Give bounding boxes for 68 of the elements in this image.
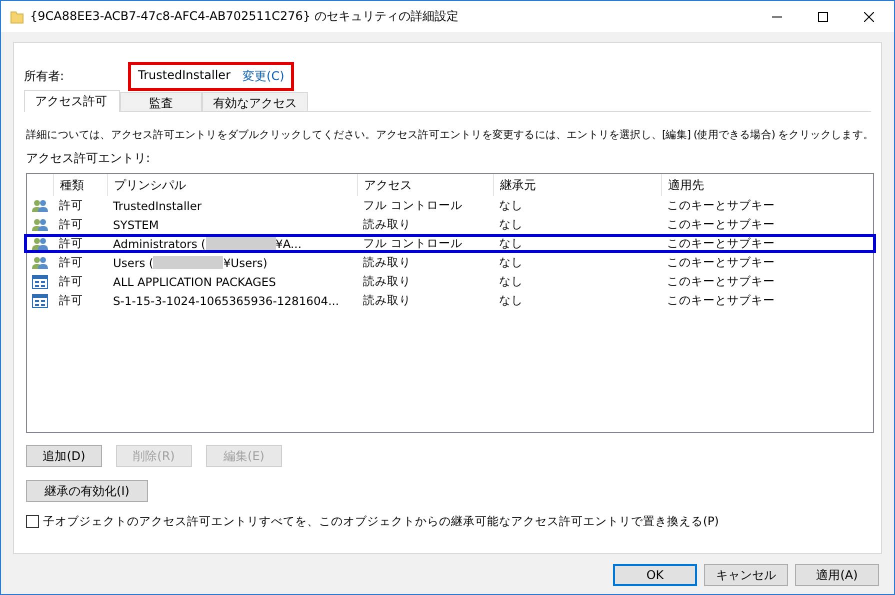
table-cell-text: 許可 [58,293,84,308]
table-cell: ¥A... [276,236,302,250]
users-icon [32,218,48,232]
table-cell-text: このキーとサブキー [666,293,776,308]
owner-label: 所有者: [24,68,66,84]
enable-inheritance-button[interactable]: 継承の有効化(I) [26,480,148,502]
users-icon [32,256,48,270]
checkbox-label: 子オブジェクトのアクセス許可エントリすべてを、このオブジェクトからの継承可能なアクセス許可エントリで置き換える(P) [43,514,719,529]
users-icon [32,236,48,250]
entries-label: アクセス許可エントリ: [26,150,152,167]
checkbox[interactable] [26,515,39,528]
table-cell-text: 許可 [58,198,84,213]
table-cell-text: なし [498,217,524,232]
table-row[interactable]: 許可 Users ( ¥Users) 読み取り なし このキーとサブキー [24,253,876,272]
table-cell: ¥Users) [223,256,268,270]
window-title: {9CA88EE3-ACB7-47c8-AFC4-AB702511C276} のセキュリティの詳細設定 [30,8,458,25]
table-cell-text: フル コントロール [362,198,464,213]
table-cell-text: 読み取り [362,293,412,308]
entry-button[interactable]: 追加(D) [26,445,102,467]
table-cell: ALL APPLICATION PACKAGES [113,274,276,288]
window-grid-icon [32,294,48,308]
column-header[interactable]: プリンシパル [107,174,357,196]
folder-icon [10,10,24,24]
close-icon[interactable] [864,12,874,22]
table-cell-text: なし [498,198,524,213]
table-cell: Users ( [113,256,154,270]
table-cell: SYSTEM [113,218,159,232]
table-cell-text: 読み取り [362,217,412,232]
change-link[interactable]: 変更(C) [242,68,284,84]
description-text: 詳細については、アクセス許可エントリをダブルクリックしてください。アクセス許可エントリを変更するには、エントリを選択し、[編集] (使用できる場合) をクリックします。 [26,128,874,142]
table-cell-text: このキーとサブキー [666,198,776,213]
table-cell: TrustedInstaller [113,198,202,212]
maximize-icon[interactable] [818,12,828,22]
column-header[interactable]: 種類 [53,174,107,196]
column-header[interactable]: アクセス [357,174,493,196]
table-cell-text: 読み取り [362,255,412,270]
owner-name: TrustedInstaller [138,68,231,84]
table-cell-text: 許可 [58,236,84,251]
table-cell-text: このキーとサブキー [666,255,776,270]
table-cell-text: 許可 [58,274,84,289]
table-cell-text: このキーとサブキー [666,236,776,251]
tab[interactable]: 有効なアクセス [202,92,308,111]
dialog-button[interactable]: キャンセル [704,564,788,586]
dialog-button[interactable]: OK [613,564,697,586]
table-cell-text: フル コントロール [362,236,464,251]
table-cell-text: このキーとサブキー [666,274,776,289]
table-cell-text: なし [498,293,524,308]
table-cell-text: なし [498,236,524,251]
table-row[interactable]: 許可 TrustedInstaller フル コントロール なし このキーとサブキー [24,196,876,215]
tab[interactable]: アクセス許可 [24,90,120,112]
window-grid-icon [32,274,48,288]
tab[interactable]: 監査 [120,92,202,111]
table-row[interactable]: 許可 Administrators ( ¥A... フル コントロール なし このキーとサブキー [24,234,876,253]
column-header[interactable]: 継承元 [493,174,661,196]
table-row[interactable]: 許可 S-1-15-3-1024-1065365936-1281604... 読み取り なし このキーとサブキー [24,291,876,310]
table-cell-text: このキーとサブキー [666,217,776,232]
table-cell: Administrators ( [113,236,206,250]
table-cell-text: 許可 [58,255,84,270]
table-cell-text: 許可 [58,217,84,232]
table-row[interactable]: 許可 SYSTEM 読み取り なし このキーとサブキー [24,215,876,234]
dialog-button[interactable]: 適用(A) [795,564,879,586]
table-cell: S-1-15-3-1024-1065365936-1281604... [113,294,340,308]
column-header[interactable]: 適用先 [661,174,861,196]
users-icon [32,198,48,212]
table-row[interactable]: 許可 ALL APPLICATION PACKAGES 読み取り なし このキーとサブキー [24,272,876,291]
table-cell-text: 読み取り [362,274,412,289]
table-cell-text: なし [498,274,524,289]
table-cell-text: なし [498,255,524,270]
